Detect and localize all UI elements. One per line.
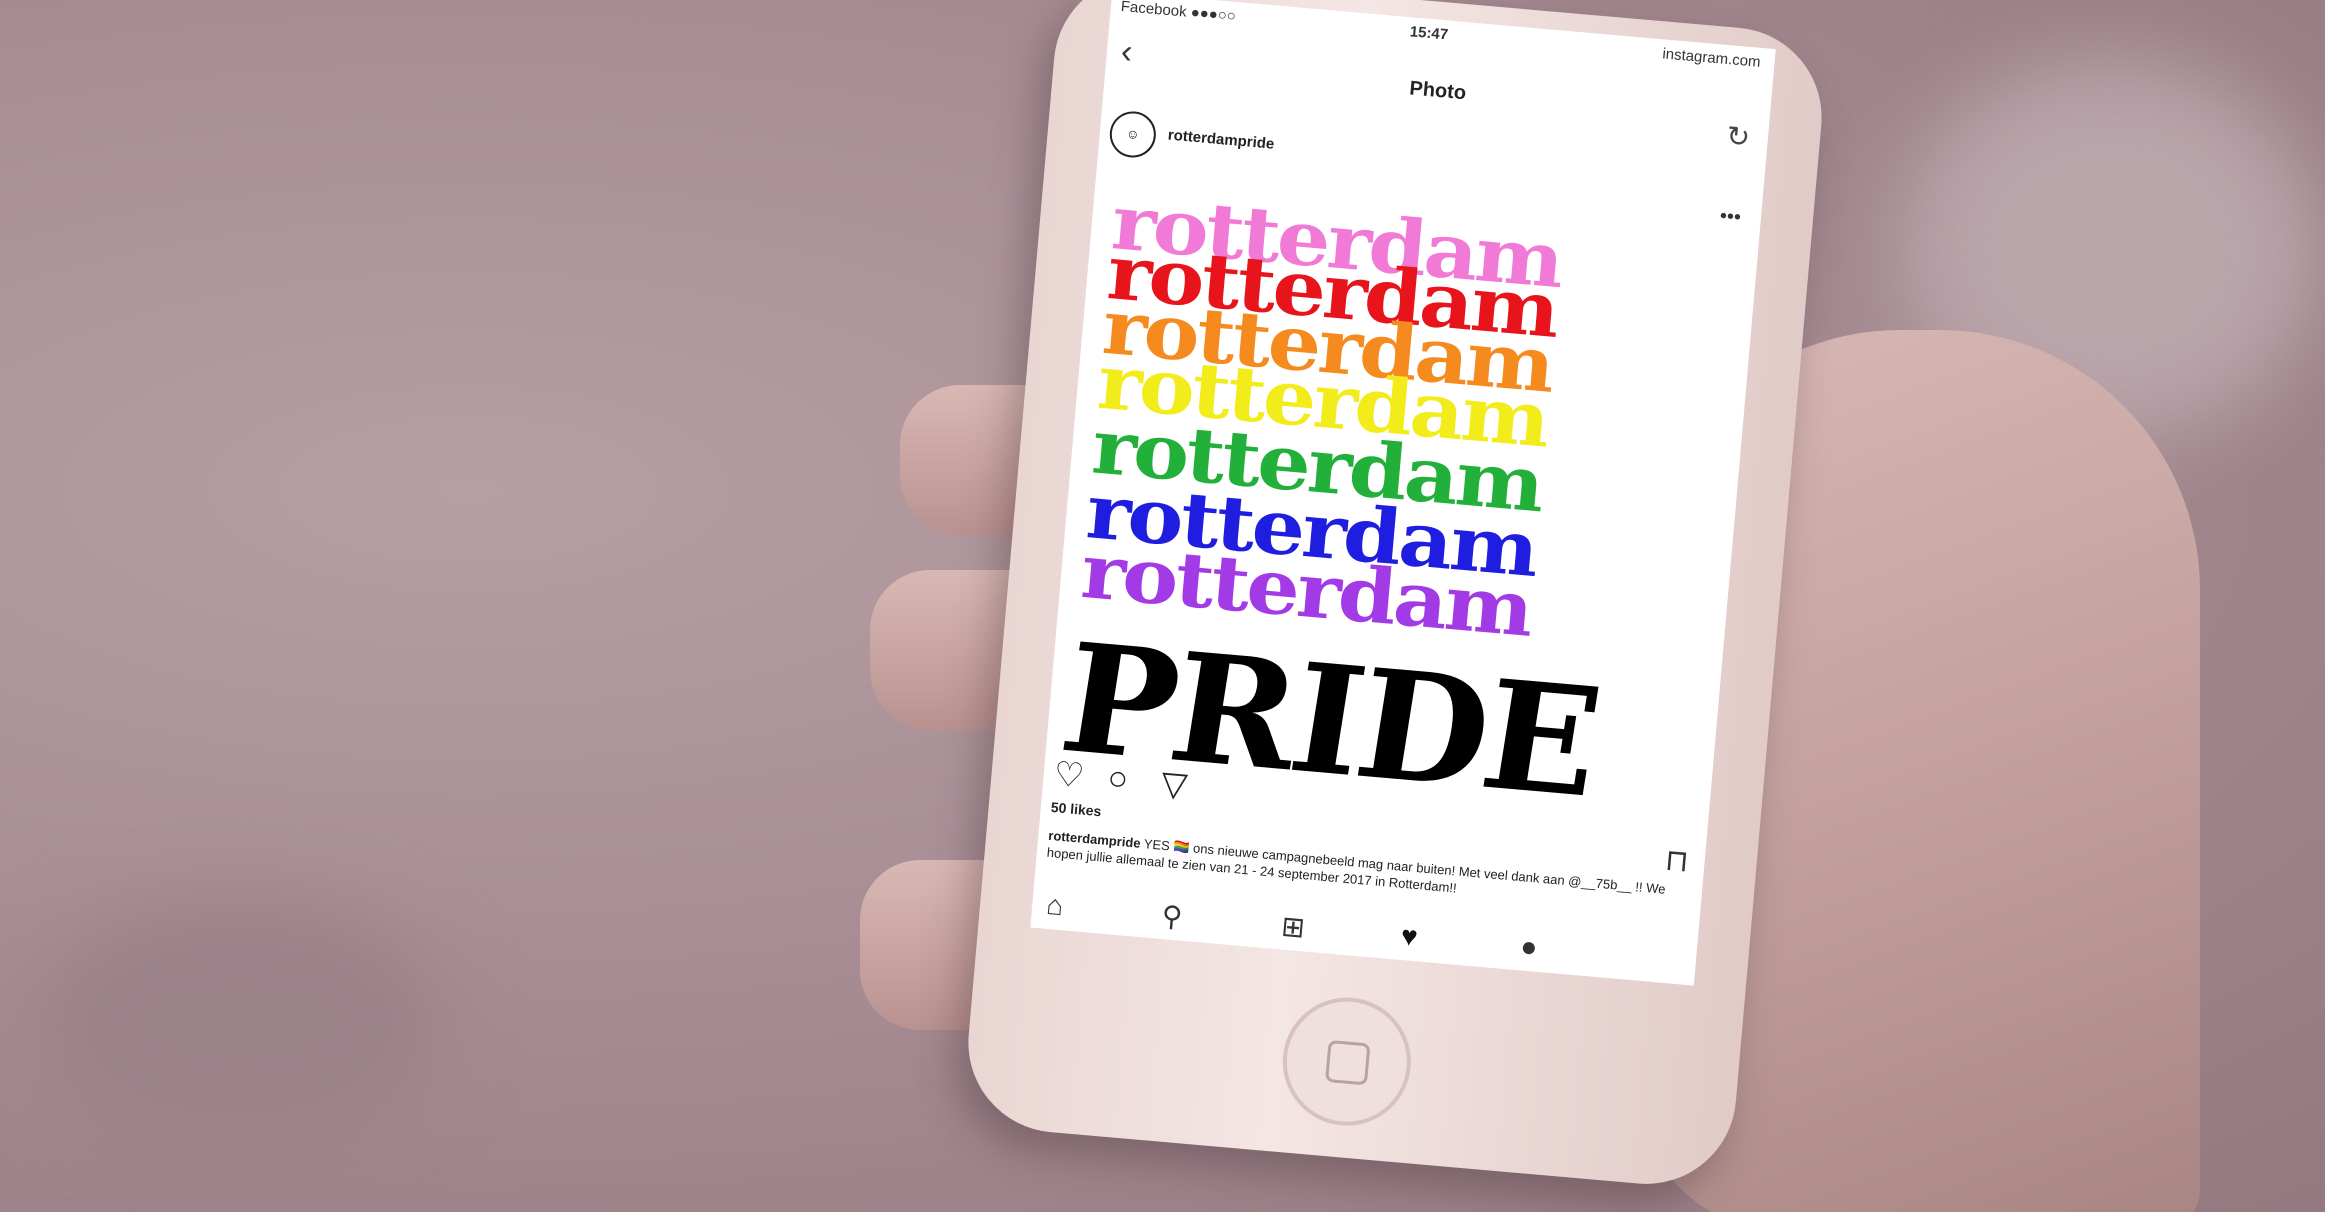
bookmark-icon[interactable]: ⊓ <box>1664 843 1690 880</box>
likes-count: 50 likes <box>1050 798 1103 820</box>
add-post-icon[interactable]: ⊞ <box>1280 909 1306 944</box>
smartphone: Facebook ●●●○○ 15:47 instagram.com ‹ Pho… <box>960 0 1830 1192</box>
caption-text: YES 🏳️‍🌈 ons nieuwe campagnebeeld mag na… <box>1046 836 1667 897</box>
phone-screen: Facebook ●●●○○ 15:47 instagram.com ‹ Pho… <box>1030 0 1776 986</box>
image-border <box>0 1212 2343 1224</box>
activity-heart-icon[interactable]: ♥ <box>1400 920 1419 953</box>
heart-icon[interactable]: ♡ <box>1052 754 1086 797</box>
avatar[interactable]: ☺ <box>1107 109 1158 160</box>
status-carrier: Facebook ●●●○○ <box>1120 0 1237 25</box>
home-button-square <box>1324 1039 1371 1086</box>
home-icon[interactable]: ⌂ <box>1045 889 1065 922</box>
profile-icon[interactable]: ● <box>1519 930 1539 963</box>
comment-icon[interactable]: ○ <box>1106 759 1130 800</box>
post-image: rotterdam rotterdam rotterdam rotterdam … <box>1046 177 1760 831</box>
status-time: 15:47 <box>1409 23 1449 44</box>
share-icon[interactable]: ▽ <box>1160 763 1190 805</box>
photo-scene: Facebook ●●●○○ 15:47 instagram.com ‹ Pho… <box>0 0 2343 1224</box>
phone-body: Facebook ●●●○○ 15:47 instagram.com ‹ Pho… <box>960 0 1830 1192</box>
post-username[interactable]: rotterdampride <box>1167 127 1275 153</box>
search-icon[interactable]: ⚲ <box>1160 899 1184 934</box>
refresh-icon[interactable]: ↻ <box>1725 119 1751 154</box>
image-border <box>2325 0 2343 1224</box>
status-url: instagram.com <box>1661 45 1762 71</box>
home-button[interactable] <box>1277 992 1417 1131</box>
background-blur <box>40 900 440 1140</box>
more-options-icon[interactable]: ••• <box>1719 205 1742 230</box>
